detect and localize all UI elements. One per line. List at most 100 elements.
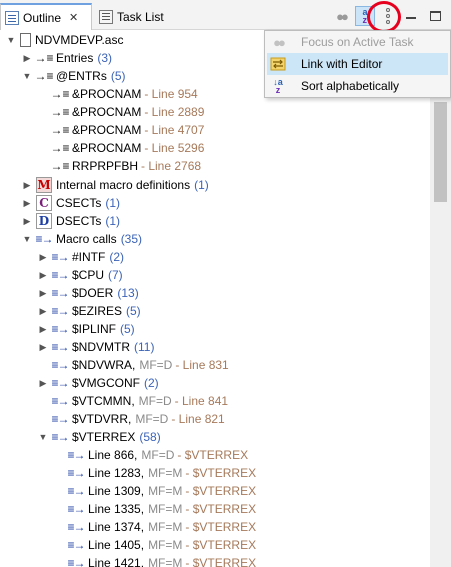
tree-item-tag: - $VTERREX [185, 520, 257, 534]
collapse-icon[interactable]: ▼ [38, 428, 48, 446]
macro-call-icon: ≡→ [67, 538, 86, 552]
tree-item-line: - Line 831 [175, 358, 229, 372]
expand-icon[interactable]: ▶ [38, 302, 48, 320]
tree-item-entr[interactable]: →≡ RRPRPFBH - Line 2768 [50, 157, 202, 175]
tree-item-tag: - $VTERREX [185, 502, 257, 516]
tree-item-count: (35) [120, 232, 143, 246]
sort-alpha-icon: az [362, 7, 368, 25]
tree-item-vterrex-line[interactable]: ≡→ Line 1309, MF=M - $VTERREX [68, 482, 257, 500]
expand-icon[interactable]: ▶ [22, 194, 32, 212]
tree-item-macro-call[interactable]: ▶ ≡→ $IPLINF (5) [38, 320, 135, 338]
tree-item-count: (3) [97, 51, 113, 65]
tree-item-entr[interactable]: →≡ &PROCNAM - Line 954 [51, 85, 198, 103]
menu-item-sort-alphabetically[interactable]: ↓a z Sort alphabetically [267, 75, 448, 97]
tree-item-meta: MF=D [135, 412, 169, 426]
tree-item-vterrex-line[interactable]: ≡→ Line 1283, MF=M - $VTERREX [68, 464, 257, 482]
tree-item-csects[interactable]: ▶ C CSECTs (1) [22, 194, 120, 212]
csect-icon: C [36, 195, 52, 211]
tree-item-macro-call[interactable]: ▶ ≡→ $CPU (7) [38, 266, 123, 284]
tree-item-label: &PROCNAM [72, 141, 142, 155]
tree-item-macro-call[interactable]: ≡→ $VTCMMN, MF=D - Line 841 [52, 392, 229, 410]
tree-item-entr[interactable]: →≡ &PROCNAM - Line 4707 [51, 121, 205, 139]
outline-tree[interactable]: ▼ NDVMDEVP.asc ▶ →≡ Entries (3) ▼ →≡ @EN… [0, 30, 430, 567]
collapse-icon[interactable]: ▼ [22, 67, 32, 85]
tree-root[interactable]: ▼ NDVMDEVP.asc [6, 31, 123, 49]
entry-icon: →≡ [50, 105, 70, 119]
sort-alphabetically-button[interactable]: az [355, 6, 375, 26]
tab-task-list[interactable]: Task List [95, 3, 168, 30]
tree-item-macro-call[interactable]: ▶ ≡→ $VMGCONF (2) [38, 374, 159, 392]
expand-icon[interactable]: ▶ [38, 320, 48, 338]
expand-icon[interactable]: ▶ [38, 284, 48, 302]
tree-item-macro-call[interactable]: ▼ ≡→ $VTERREX (58) [38, 428, 161, 446]
minimize-button[interactable] [401, 6, 421, 26]
tree-item-vterrex-line[interactable]: ≡→ Line 866, MF=D - $VTERREX [67, 446, 249, 464]
tree-item-label: $VTDVRR, [72, 412, 132, 426]
menu-item-label: Focus on Active Task [301, 35, 414, 49]
tree-item-meta: MF=M [148, 520, 183, 534]
tree-item-tag: - $VTERREX [185, 484, 257, 498]
outline-icon [5, 10, 19, 25]
entry-icon: →≡ [50, 159, 70, 173]
tab-outline-label: Outline [23, 10, 62, 25]
macro-call-icon: ≡→ [51, 358, 70, 372]
tree-item-entrs[interactable]: ▼ →≡ @ENTRs (5) [22, 67, 126, 85]
tree-item-vterrex-line[interactable]: ≡→ Line 1405, MF=M - $VTERREX [67, 536, 257, 554]
tree-item-label: @ENTRs [56, 69, 107, 83]
minimize-icon [406, 17, 416, 19]
vertical-scrollbar[interactable] [430, 30, 451, 567]
expand-icon[interactable]: ▶ [38, 248, 48, 266]
expand-icon[interactable]: ▶ [22, 49, 32, 67]
tree-item-macro-call[interactable]: ▶ ≡→ $EZIRES (5) [38, 302, 141, 320]
menu-item-focus-active-task[interactable]: ●● Focus on Active Task [267, 31, 448, 53]
expand-icon[interactable]: ▶ [38, 338, 48, 356]
entry-icon: →≡ [34, 69, 54, 83]
tree-item-label: Line 1421, [88, 556, 145, 567]
expand-icon[interactable]: ▶ [38, 266, 48, 284]
tree-item-dsects[interactable]: ▶ D DSECTs (1) [22, 212, 120, 230]
view-menu-button[interactable] [379, 5, 397, 27]
tree-item-vterrex-line[interactable]: ≡→ Line 1335, MF=M - $VTERREX [68, 500, 257, 518]
tree-item-macro-call[interactable]: ▶ ≡→ #INTF (2) [38, 248, 124, 266]
expand-icon[interactable]: ▶ [38, 374, 48, 392]
tree-item-label: $VTCMMN, [72, 394, 135, 408]
tree-item-entries[interactable]: ▶ →≡ Entries (3) [22, 49, 113, 67]
tree-item-label: $NDVMTR [72, 340, 131, 354]
macro-call-icon: ≡→ [67, 520, 86, 534]
tree-item-macro-call[interactable]: ▶ ≡→ $NDVMTR (11) [38, 338, 155, 356]
tree-item-label: Line 1309, [88, 484, 145, 498]
tree-item-internal-macros[interactable]: ▶ M Internal macro definitions (1) [22, 176, 209, 194]
tree-item-label: $IPLINF [72, 322, 117, 336]
tree-item-entr[interactable]: →≡ &PROCNAM - Line 5296 [51, 139, 205, 157]
view-menu-icon [386, 14, 390, 18]
menu-item-link-with-editor[interactable]: Link with Editor [267, 53, 448, 75]
view-menu-dropdown: ●● Focus on Active Task Link with Editor… [264, 30, 451, 98]
file-icon [20, 33, 31, 47]
tree-item-macro-call[interactable]: ▶ ≡→ $DOER (13) [38, 284, 139, 302]
expand-icon[interactable]: ▶ [22, 176, 32, 194]
tree-item-count: (1) [194, 178, 209, 192]
tree-item-label: #INTF [72, 250, 106, 264]
tree-item-macro-call[interactable]: ≡→ $VTDVRR, MF=D - Line 821 [52, 410, 225, 428]
expand-icon[interactable]: ▶ [22, 212, 32, 230]
tree-item-entr[interactable]: →≡ &PROCNAM - Line 2889 [50, 103, 205, 121]
dsect-icon: D [36, 213, 52, 229]
tree-item-macro-call[interactable]: ≡→ $NDVWRA, MF=D - Line 831 [52, 356, 229, 374]
collapse-icon[interactable]: ▼ [6, 31, 16, 49]
tree-item-macro-calls[interactable]: ▼ ≡→ Macro calls (35) [22, 230, 143, 248]
focus-active-task-button[interactable]: ●● [331, 6, 351, 26]
collapse-icon[interactable]: ▼ [22, 230, 32, 248]
tree-item-vterrex-line[interactable]: ≡→ Line 1421, MF=M - $VTERREX [68, 554, 257, 567]
tree-item-label: $EZIRES [72, 304, 123, 318]
macro-call-icon: ≡→ [67, 448, 86, 462]
tab-outline[interactable]: Outline ✕ [0, 3, 92, 30]
tree-item-meta: MF=M [148, 466, 183, 480]
scrollbar-thumb[interactable] [434, 102, 447, 202]
tree-item-count: (7) [108, 268, 123, 282]
maximize-button[interactable] [425, 6, 445, 26]
tree-item-label: &PROCNAM [72, 87, 142, 101]
tree-item-count: (58) [139, 430, 161, 444]
close-icon[interactable]: ✕ [69, 11, 78, 24]
tree-item-vterrex-line[interactable]: ≡→ Line 1374, MF=M - $VTERREX [67, 518, 257, 536]
macro-call-icon: ≡→ [51, 286, 70, 300]
